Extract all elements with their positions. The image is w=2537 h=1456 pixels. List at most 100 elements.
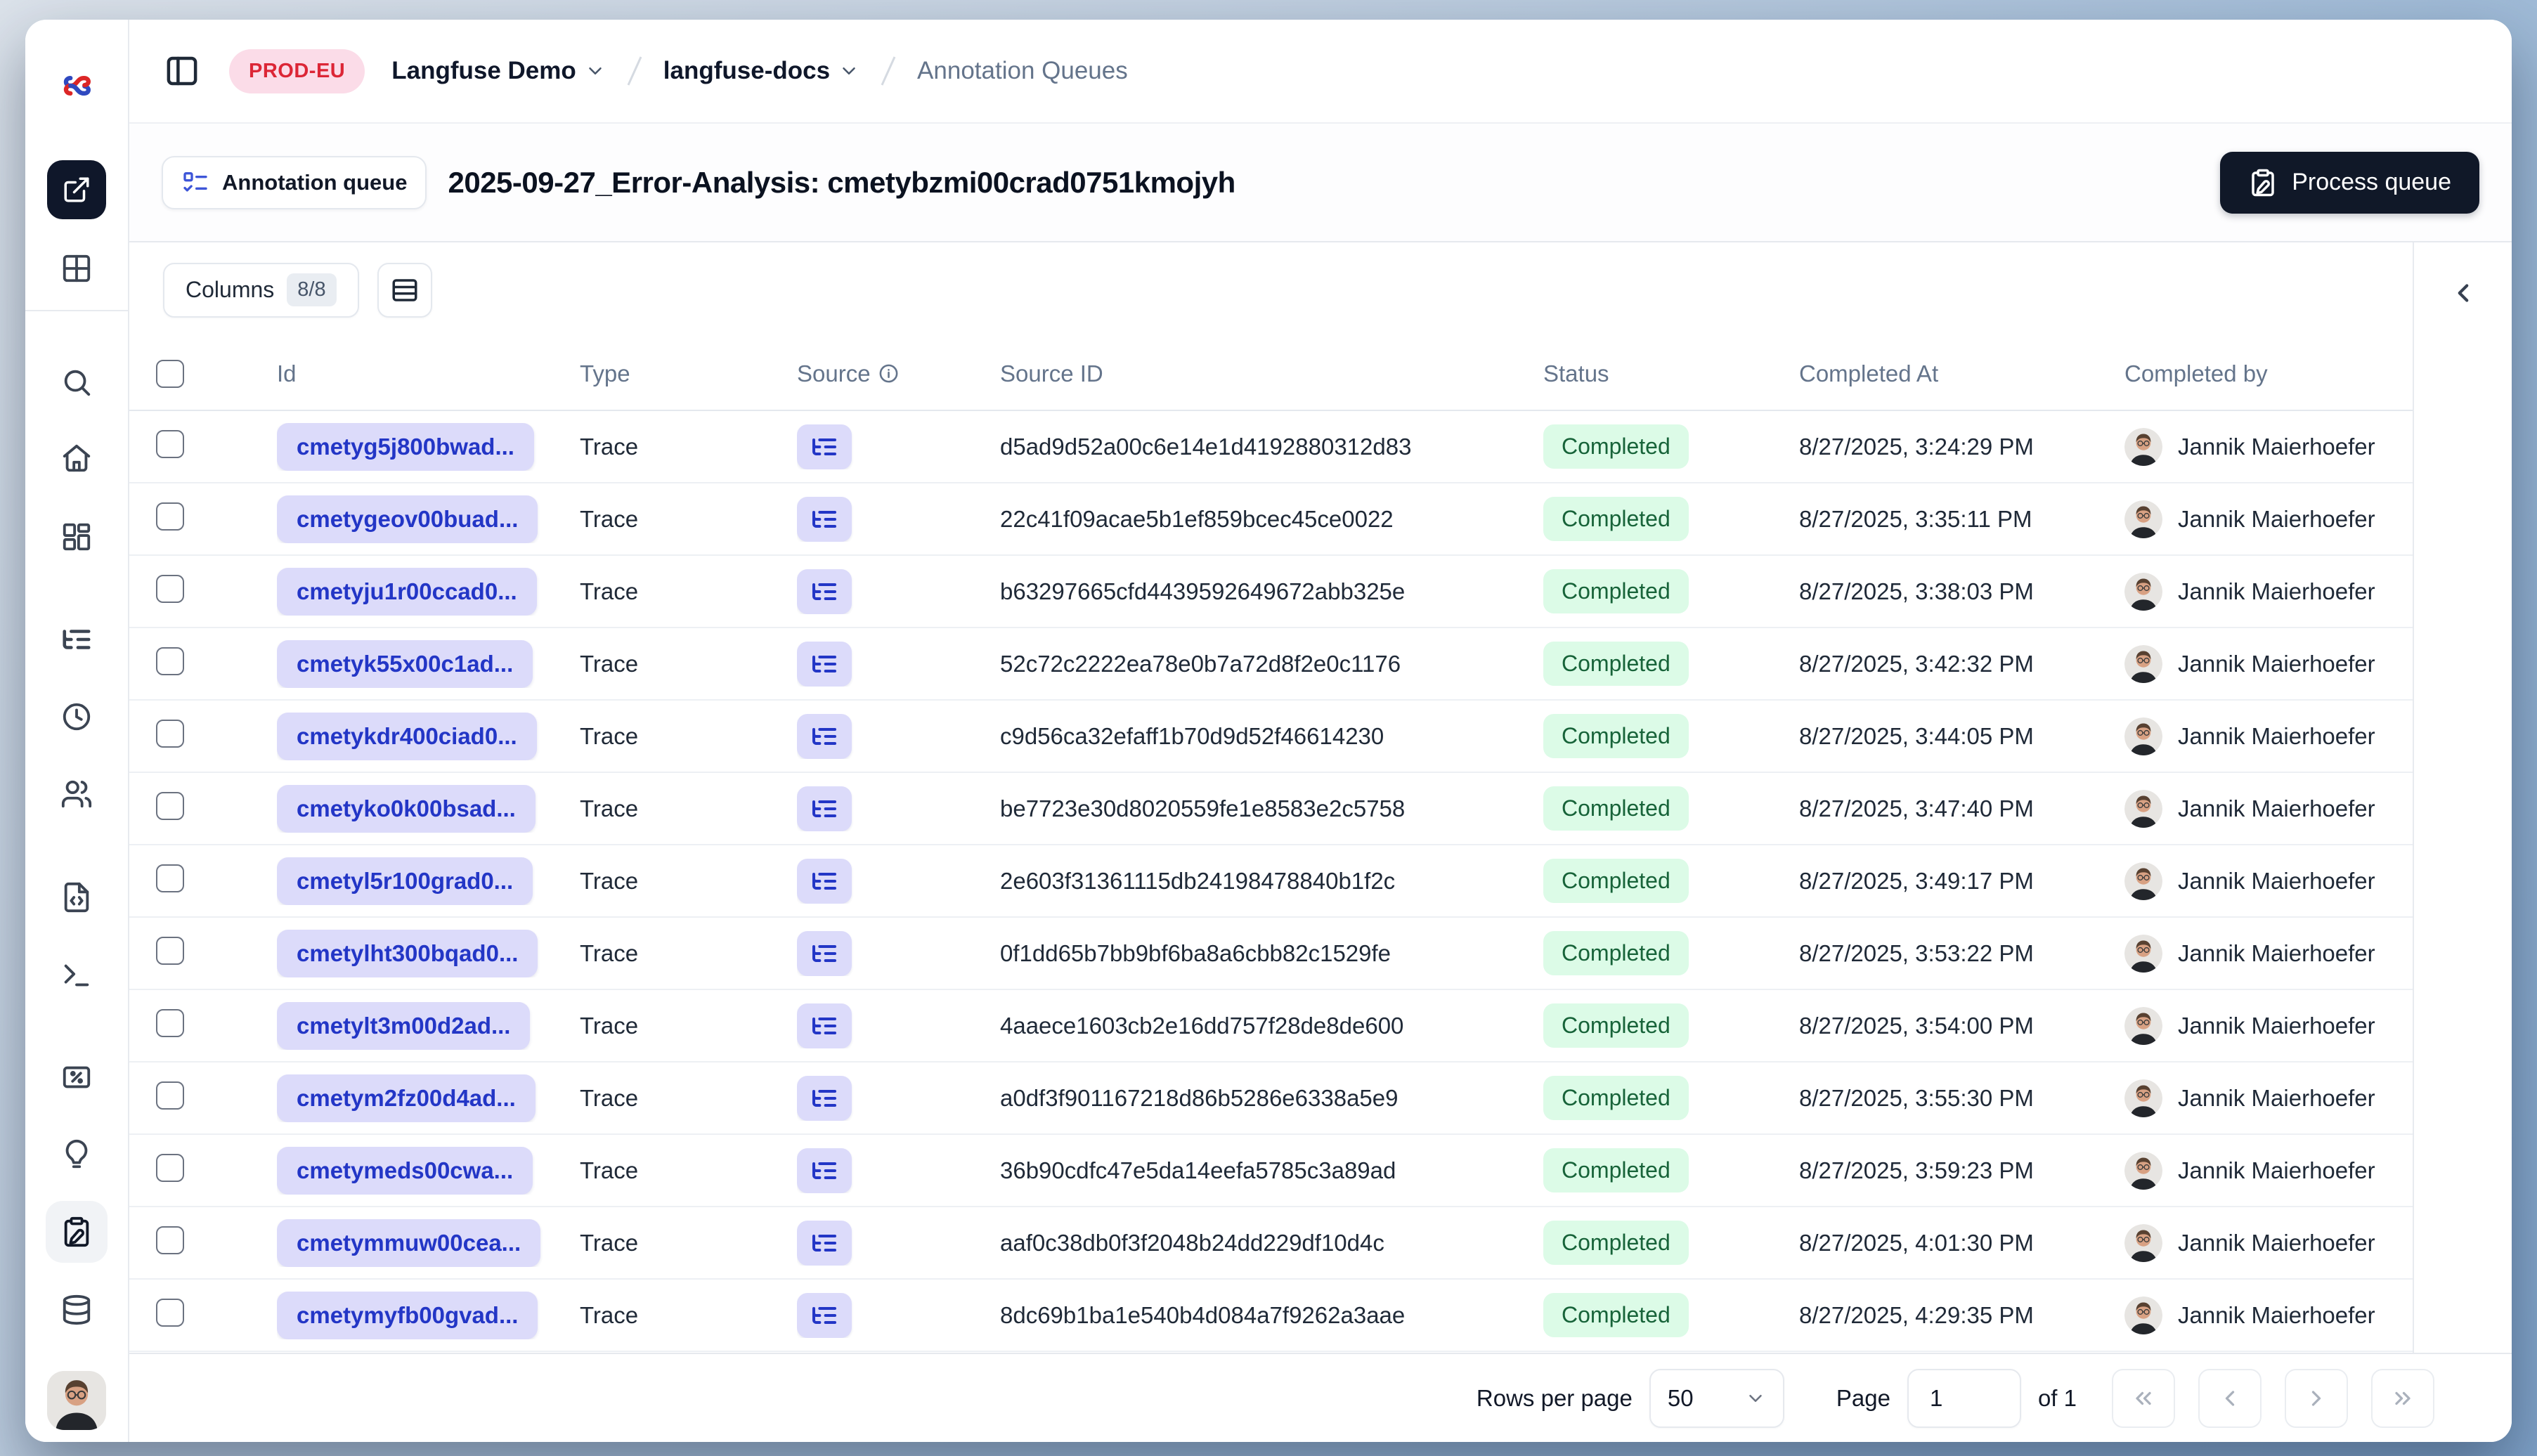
columns-button[interactable]: Columns 8/8	[163, 262, 359, 318]
sidebar-toggle-button[interactable]	[163, 52, 201, 90]
sidebar-divider	[25, 310, 128, 311]
row-checkbox[interactable]	[156, 719, 184, 748]
row-checkbox[interactable]	[156, 1298, 184, 1327]
table-row[interactable]: cmetymyfb00gvad... Trace 8dc69b1ba1e540b…	[129, 1280, 2413, 1352]
item-id-link[interactable]: cmetyko0k00bsad...	[277, 784, 536, 833]
row-checkbox[interactable]	[156, 646, 184, 675]
sidebar-item-search[interactable]	[60, 366, 93, 398]
source-trace-button[interactable]	[797, 1075, 852, 1121]
row-checkbox[interactable]	[156, 502, 184, 531]
page-number-input[interactable]	[1907, 1368, 2021, 1428]
queue-type-chip[interactable]: Annotation queue	[162, 155, 427, 209]
row-checkbox[interactable]	[156, 936, 184, 965]
sidebar-item-insights[interactable]	[60, 1138, 93, 1171]
sidebar-item-evaluation[interactable]	[60, 1061, 93, 1093]
table-row[interactable]: cmetyk55x00c1ad... Trace 52c72c2222ea78e…	[129, 628, 2413, 701]
item-id-link[interactable]: cmetym2fz00d4ad...	[277, 1074, 536, 1122]
database-icon	[60, 1294, 93, 1326]
user-avatar[interactable]	[47, 1371, 106, 1430]
item-id-link[interactable]: cmetyl5r100grad0...	[277, 857, 533, 905]
item-id-link[interactable]: cmetylht300bqad0...	[277, 929, 538, 977]
column-header-status[interactable]: Status	[1543, 360, 1799, 387]
sidebar-item-datasets[interactable]	[60, 1294, 93, 1326]
sidebar-item-users[interactable]	[60, 778, 93, 810]
column-header-completed-at[interactable]: Completed At	[1799, 360, 2124, 387]
select-all-checkbox[interactable]	[156, 359, 184, 388]
source-trace-button[interactable]	[797, 858, 852, 904]
row-checkbox[interactable]	[156, 1081, 184, 1110]
source-trace-button[interactable]	[797, 1003, 852, 1048]
item-id-link[interactable]: cmetyju1r00ccad0...	[277, 567, 537, 616]
list-tree-icon	[810, 1157, 838, 1185]
column-header-type[interactable]: Type	[580, 360, 797, 387]
status-badge: Completed	[1543, 714, 1689, 758]
sidebar-item-playground[interactable]	[60, 959, 93, 992]
process-queue-button[interactable]: Process queue	[2220, 151, 2479, 214]
column-header-completed-by[interactable]: Completed by	[2124, 360, 2413, 387]
table-row[interactable]: cmetylt3m00d2ad... Trace 4aaece1603cb2e1…	[129, 990, 2413, 1062]
item-id-link[interactable]: cmetymeds00cwa...	[277, 1146, 533, 1195]
source-id-cell: 0f1dd65b7bb9bf6ba8a6cbb82c1529fe	[1000, 940, 1391, 966]
table-row[interactable]: cmetyg5j800bwad... Trace d5ad9d52a00c6e1…	[129, 411, 2413, 483]
column-header-source-id[interactable]: Source ID	[1000, 360, 1543, 387]
open-external-button[interactable]	[47, 160, 106, 219]
sidebar-item-prompts[interactable]	[60, 881, 93, 914]
item-id-link[interactable]: cmetyk55x00c1ad...	[277, 639, 533, 688]
table-row[interactable]: cmetymeds00cwa... Trace 36b90cdfc47e5da1…	[129, 1135, 2413, 1207]
item-id-link[interactable]: cmetyg5j800bwad...	[277, 422, 534, 471]
table-row[interactable]: cmetygeov00buad... Trace 22c41f09acae5b1…	[129, 483, 2413, 556]
row-height-button[interactable]	[377, 262, 432, 318]
table-row[interactable]: cmetyju1r00ccad0... Trace b63297665cfd44…	[129, 556, 2413, 628]
item-id-link[interactable]: cmetymmuw00cea...	[277, 1218, 541, 1267]
table-row[interactable]: cmetyko0k00bsad... Trace be7723e30d80205…	[129, 773, 2413, 845]
list-tree-icon	[810, 867, 838, 895]
item-id-link[interactable]: cmetykdr400ciad0...	[277, 712, 537, 760]
row-checkbox[interactable]	[156, 1008, 184, 1037]
sidebar-item-tracing[interactable]	[60, 623, 93, 656]
type-cell: Trace	[580, 650, 639, 677]
item-id-link[interactable]: cmetymyfb00gvad...	[277, 1291, 538, 1339]
sidebar-item-home[interactable]	[60, 442, 93, 474]
table-row[interactable]: cmetykdr400ciad0... Trace c9d56ca32efaff…	[129, 701, 2413, 773]
source-trace-button[interactable]	[797, 713, 852, 759]
status-badge: Completed	[1543, 786, 1689, 831]
table-row[interactable]: cmetyl5r100grad0... Trace 2e603f31361115…	[129, 845, 2413, 918]
source-trace-button[interactable]	[797, 786, 852, 831]
first-page-button[interactable]	[2112, 1368, 2175, 1428]
sidebar-item-sessions[interactable]	[60, 701, 93, 733]
source-trace-button[interactable]	[797, 641, 852, 687]
environment-badge[interactable]: PROD-EU	[229, 48, 365, 93]
last-page-button[interactable]	[2371, 1368, 2434, 1428]
sidebar-item-tables[interactable]	[60, 252, 93, 285]
next-page-button[interactable]	[2285, 1368, 2348, 1428]
source-trace-button[interactable]	[797, 424, 852, 469]
breadcrumb-org[interactable]: Langfuse Demo	[391, 57, 606, 85]
previous-page-button[interactable]	[2198, 1368, 2262, 1428]
rows-per-page-select[interactable]: 50	[1649, 1368, 1784, 1428]
row-checkbox[interactable]	[156, 864, 184, 892]
row-checkbox[interactable]	[156, 429, 184, 458]
completed-at-cell: 8/27/2025, 4:29:35 PM	[1799, 1301, 2034, 1328]
item-id-link[interactable]: cmetylt3m00d2ad...	[277, 1001, 531, 1050]
column-header-source[interactable]: Source	[797, 360, 1000, 387]
source-trace-button[interactable]	[797, 1148, 852, 1193]
column-header-id[interactable]: Id	[277, 360, 580, 387]
table-row[interactable]: cmetym2fz00d4ad... Trace a0df3f901167218…	[129, 1062, 2413, 1135]
sidebar-item-dashboards[interactable]	[60, 521, 93, 553]
row-checkbox[interactable]	[156, 1226, 184, 1254]
table-row[interactable]: cmetylht300bqad0... Trace 0f1dd65b7bb9bf…	[129, 918, 2413, 990]
table-row[interactable]: cmetymmuw00cea... Trace aaf0c38db0f3f204…	[129, 1207, 2413, 1280]
source-id-cell: 22c41f09acae5b1ef859bcec45ce0022	[1000, 505, 1394, 532]
item-id-link[interactable]: cmetygeov00buad...	[277, 495, 538, 543]
breadcrumb-project[interactable]: langfuse-docs	[663, 57, 859, 85]
source-trace-button[interactable]	[797, 568, 852, 614]
source-trace-button[interactable]	[797, 930, 852, 976]
source-trace-button[interactable]	[797, 1220, 852, 1266]
source-trace-button[interactable]	[797, 1292, 852, 1338]
row-checkbox[interactable]	[156, 1153, 184, 1182]
source-trace-button[interactable]	[797, 496, 852, 542]
row-checkbox[interactable]	[156, 574, 184, 603]
collapse-panel-button[interactable]	[2441, 271, 2486, 316]
row-checkbox[interactable]	[156, 791, 184, 820]
sidebar-item-annotation-queues[interactable]	[46, 1201, 108, 1263]
